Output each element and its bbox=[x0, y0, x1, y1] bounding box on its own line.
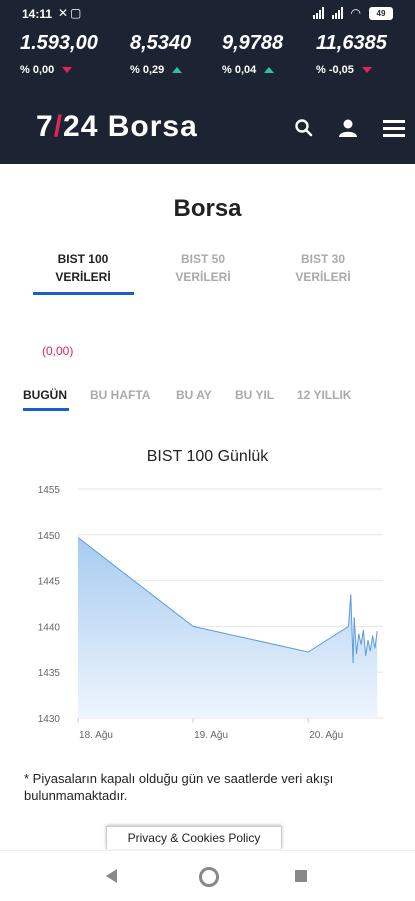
tab-label-line1: BIST 100 bbox=[57, 252, 109, 266]
android-nav-bar bbox=[0, 850, 415, 901]
user-icon[interactable] bbox=[338, 118, 358, 143]
tab-label-line2: VERİLERİ bbox=[175, 270, 231, 284]
down-arrow-icon bbox=[62, 67, 73, 74]
down-arrow-icon bbox=[361, 67, 372, 74]
tab-label-line2: VERİLERİ bbox=[295, 270, 351, 284]
bist100-daily-chart[interactable]: 1430 1435 1440 1445 1450 1455 18. Ağu 19. Ağu 20… bbox=[0, 475, 415, 750]
menu-icon[interactable] bbox=[383, 120, 405, 143]
up-arrow-icon bbox=[172, 67, 183, 74]
x-tick-label: 20. Ağu bbox=[309, 730, 343, 741]
tab-bu-yil[interactable]: BU YIL bbox=[235, 388, 274, 402]
tab-bist-50[interactable]: BIST 50 VERİLERİ bbox=[148, 250, 258, 286]
logo-slash: / bbox=[53, 110, 64, 143]
tab-label-line1: BIST 50 bbox=[180, 252, 225, 266]
tab-bugun[interactable]: BUGÜN bbox=[23, 388, 67, 402]
market-closed-note: * Piyasaların kapalı olduğu gün ve saatl… bbox=[24, 771, 334, 803]
ticker-item[interactable]: 8,5340 % 0,29 bbox=[130, 28, 191, 76]
ticker-change: % 0,00 bbox=[20, 64, 55, 76]
y-tick-label: 1455 bbox=[38, 485, 61, 496]
y-tick-label: 1435 bbox=[38, 668, 61, 679]
back-icon[interactable] bbox=[106, 869, 117, 883]
page-title: Borsa bbox=[173, 195, 242, 222]
active-period-indicator bbox=[23, 408, 69, 411]
ticker-change: % 0,29 bbox=[130, 64, 165, 76]
ticker-item[interactable]: 11,6385 % -0,05 bbox=[316, 28, 387, 76]
active-tab-indicator bbox=[33, 292, 134, 295]
logo-number: 7 bbox=[36, 110, 54, 143]
ticker-value: 9,9788 bbox=[222, 32, 284, 54]
y-tick-label: 1430 bbox=[38, 714, 61, 725]
status-icons: ◠ 49 bbox=[312, 6, 393, 20]
x-tick-label: 18. Ağu bbox=[79, 730, 113, 741]
ticker-item[interactable]: 1.593,00 % 0,00 bbox=[20, 28, 98, 76]
ticker-value: 8,5340 bbox=[130, 32, 192, 54]
ticker-change: % -0,05 bbox=[316, 64, 354, 76]
logo-text: 24 Borsa bbox=[63, 110, 198, 143]
up-arrow-icon bbox=[264, 67, 275, 74]
notification-icons: ✕▢ bbox=[58, 6, 84, 20]
battery-icon: 49 bbox=[369, 6, 393, 20]
site-header: 7/24 Borsa bbox=[0, 92, 415, 164]
y-tick-label: 1445 bbox=[38, 577, 61, 588]
signal-icon bbox=[312, 7, 324, 19]
status-time: 14:11 bbox=[22, 7, 53, 21]
x-tick-label: 19. Ağu bbox=[194, 730, 228, 741]
tab-bu-hafta[interactable]: BU HAFTA bbox=[90, 388, 150, 402]
market-ticker: 1.593,00 % 0,00 8,5340 % 0,29 9,9788 % 0… bbox=[0, 28, 415, 92]
search-icon[interactable] bbox=[294, 118, 314, 143]
chart-title: BIST 100 Günlük bbox=[146, 448, 269, 465]
tab-label-line1: BIST 30 bbox=[300, 252, 345, 266]
wifi-icon: ◠ bbox=[350, 6, 361, 20]
signal-icon-2 bbox=[331, 7, 343, 19]
tab-bist-30[interactable]: BIST 30 VERİLERİ bbox=[268, 250, 378, 286]
y-tick-label: 1450 bbox=[38, 531, 61, 542]
home-icon[interactable] bbox=[199, 867, 219, 887]
index-change-value: (0,00) bbox=[42, 344, 74, 358]
status-bar: 14:11 ✕▢ ◠ 49 bbox=[0, 0, 415, 28]
ticker-value: 1.593,00 bbox=[20, 32, 98, 54]
site-logo[interactable]: 7/24 Borsa bbox=[36, 110, 198, 144]
ticker-change: % 0,04 bbox=[222, 64, 257, 76]
ticker-item[interactable]: 9,9788 % 0,04 bbox=[222, 28, 283, 76]
tab-bist-100[interactable]: BIST 100 VERİLERİ bbox=[28, 250, 138, 286]
tab-bu-ay[interactable]: BU AY bbox=[176, 388, 212, 402]
tab-12-yillik[interactable]: 12 YILLIK bbox=[297, 388, 351, 402]
tab-label-line2: VERİLERİ bbox=[55, 270, 111, 284]
ticker-value: 11,6385 bbox=[316, 32, 387, 54]
privacy-policy-button[interactable]: Privacy & Cookies Policy bbox=[106, 826, 282, 849]
chart-area bbox=[78, 537, 378, 718]
recent-apps-icon[interactable] bbox=[295, 870, 307, 882]
y-tick-label: 1440 bbox=[38, 622, 61, 633]
